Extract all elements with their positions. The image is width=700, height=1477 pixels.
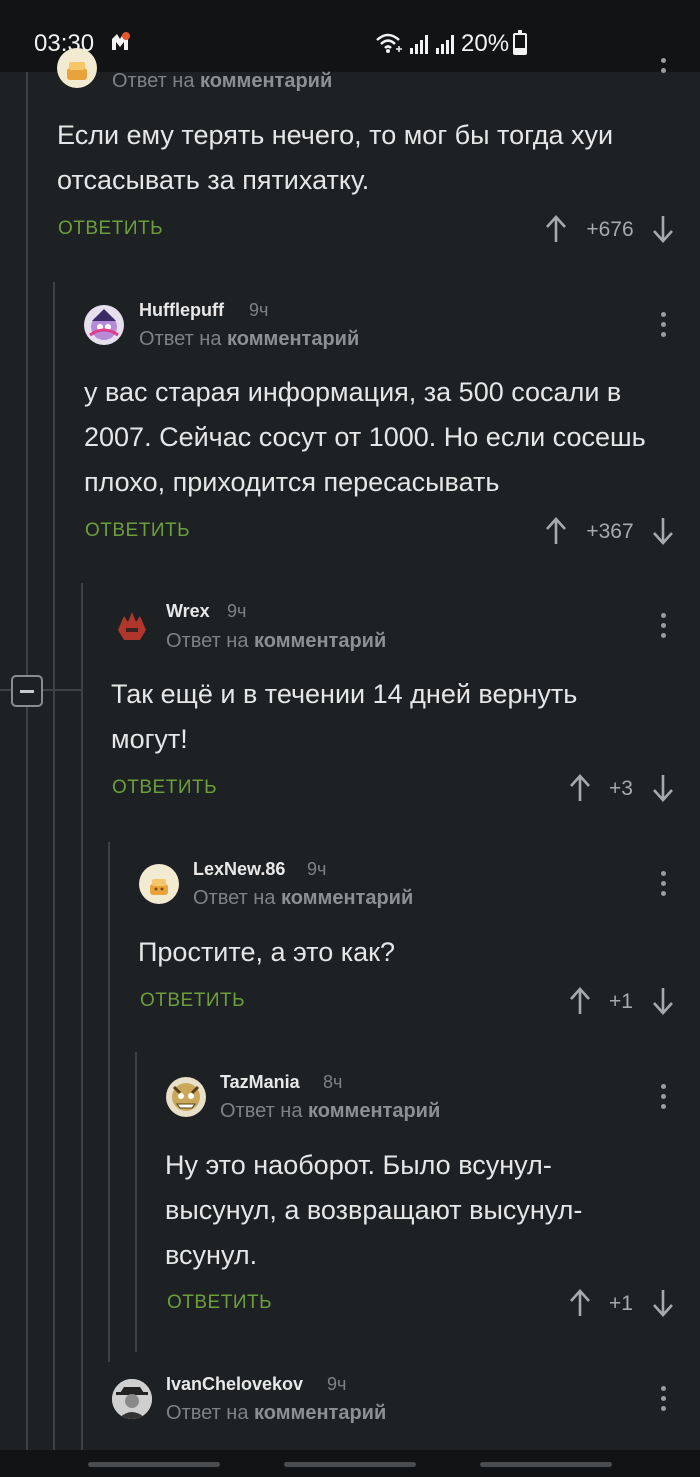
rating-score: +676	[586, 218, 634, 241]
reply-button[interactable]: ОТВЕТИТЬ	[112, 777, 217, 799]
username[interactable]: IvanChelovekov	[166, 1374, 303, 1395]
username[interactable]: LexNew.86	[193, 859, 285, 880]
nav-handle[interactable]	[88, 1462, 220, 1467]
avatar[interactable]	[166, 1077, 206, 1117]
reply-to-link[interactable]: комментарий	[200, 70, 332, 92]
reply-button[interactable]: ОТВЕТИТЬ	[167, 1292, 272, 1314]
reply-to-label: Ответ на комментарий	[166, 630, 387, 652]
username[interactable]: Wrex	[166, 601, 210, 622]
arrow-up-icon[interactable]	[544, 214, 568, 244]
thread-line	[108, 842, 110, 1362]
reply-to-link[interactable]: комментарий	[254, 1402, 386, 1424]
wifi-icon	[376, 33, 402, 53]
comment-text: Простите, а это как?	[138, 937, 396, 967]
timestamp: 8ч	[323, 1072, 343, 1092]
reply-to-label: Ответ на комментарий	[220, 1100, 441, 1122]
thread-line	[81, 583, 83, 1450]
arrow-up-icon[interactable]	[544, 516, 568, 546]
arrow-down-icon[interactable]	[651, 516, 675, 546]
navigation-bar	[0, 1450, 700, 1477]
timestamp: 9ч	[307, 859, 327, 879]
arrow-down-icon[interactable]	[651, 986, 675, 1016]
avatar[interactable]	[112, 606, 152, 646]
thread-line-connector	[0, 689, 11, 691]
nav-handle[interactable]	[284, 1462, 416, 1467]
signal-icon	[436, 35, 454, 54]
avatar[interactable]	[84, 305, 124, 345]
battery-icon	[513, 30, 527, 55]
comment-text: Так ещё и в течении 14 дней вернуть могу…	[111, 679, 578, 754]
rating-score: +1	[609, 990, 633, 1013]
timestamp: 9ч	[249, 300, 269, 320]
status-bar: 03:30 20%	[0, 0, 700, 72]
reply-to-label: Ответ на комментарий	[112, 70, 333, 92]
rating-score: +367	[586, 520, 634, 543]
more-vertical-icon[interactable]	[661, 312, 667, 340]
collapse-thread-icon[interactable]	[11, 675, 43, 707]
arrow-down-icon[interactable]	[651, 773, 675, 803]
thread-line-connector	[43, 689, 81, 691]
timestamp: 9ч	[227, 601, 247, 621]
arrow-down-icon[interactable]	[651, 1288, 675, 1318]
reply-to-label: Ответ на комментарий	[139, 328, 360, 350]
nav-handle[interactable]	[480, 1462, 612, 1467]
reply-button[interactable]: ОТВЕТИТЬ	[58, 218, 163, 240]
reply-button[interactable]: ОТВЕТИТЬ	[140, 990, 245, 1012]
more-vertical-icon[interactable]	[661, 1386, 667, 1414]
reply-to-link[interactable]: комментарий	[308, 1100, 440, 1122]
avatar[interactable]	[139, 864, 179, 904]
reply-to-label: Ответ на комментарий	[193, 887, 414, 909]
battery-percent: 20%	[461, 30, 510, 57]
more-vertical-icon[interactable]	[661, 1084, 667, 1112]
more-vertical-icon[interactable]	[661, 58, 667, 76]
arrow-down-icon[interactable]	[651, 214, 675, 244]
arrow-up-icon[interactable]	[568, 1288, 592, 1318]
reply-to-link[interactable]: комментарий	[227, 328, 359, 350]
comment-text: Если ему терять нечего, то мог бы тогда …	[57, 120, 614, 195]
thread-line	[135, 1052, 137, 1352]
app-notification-icon	[112, 32, 130, 50]
reply-button[interactable]: ОТВЕТИТЬ	[85, 520, 190, 542]
thread-line	[53, 282, 55, 1450]
more-vertical-icon[interactable]	[661, 871, 667, 899]
comment-text: Ну это наоборот. Было всунул-высунул, а …	[165, 1150, 583, 1270]
arrow-up-icon[interactable]	[568, 773, 592, 803]
reply-to-link[interactable]: комментарий	[254, 630, 386, 652]
signal-icon	[410, 35, 428, 54]
avatar[interactable]	[57, 48, 97, 88]
reply-to-label: Ответ на комментарий	[166, 1402, 387, 1424]
avatar[interactable]	[112, 1379, 152, 1419]
thread-line	[26, 72, 28, 1450]
more-vertical-icon[interactable]	[661, 613, 667, 641]
arrow-up-icon[interactable]	[568, 986, 592, 1016]
username[interactable]: TazMania	[220, 1072, 300, 1093]
reply-to-link[interactable]: комментарий	[281, 887, 413, 909]
comment-text: у вас старая информация, за 500 сосали в…	[84, 377, 646, 497]
rating-score: +3	[609, 777, 633, 800]
timestamp: 9ч	[327, 1374, 347, 1394]
username[interactable]: Hufflepuff	[139, 300, 224, 321]
rating-score: +1	[609, 1292, 633, 1315]
